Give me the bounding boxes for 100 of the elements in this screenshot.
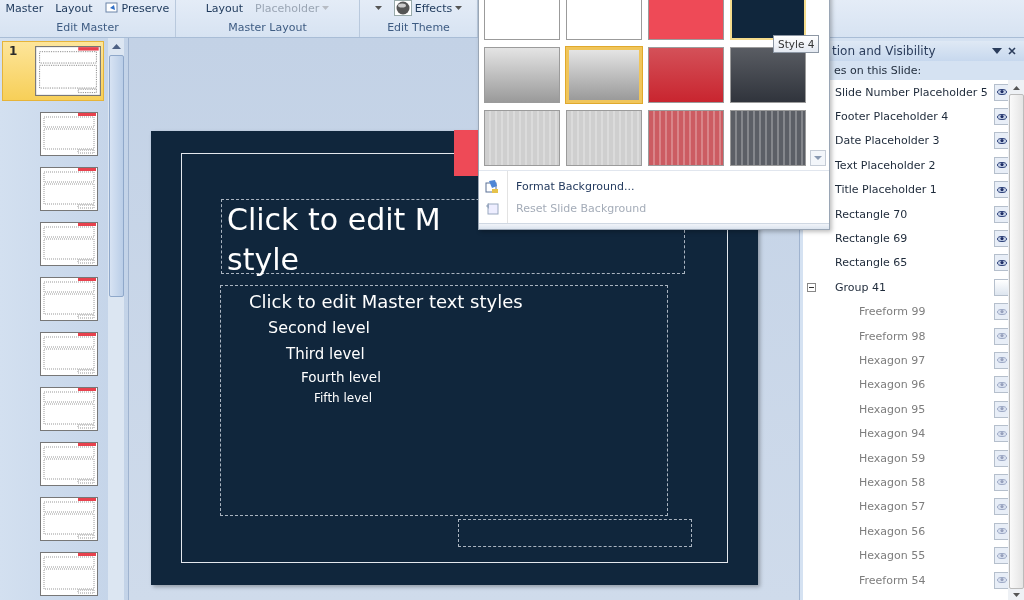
visibility-toggle[interactable] [994, 473, 1008, 491]
shape-item[interactable]: Hexagon 59 [803, 445, 1008, 471]
shape-item[interactable]: Hexagon 95 [803, 397, 1008, 422]
preserve-button[interactable]: Preserve [102, 1, 172, 15]
ribbon-button[interactable]: Layout [203, 1, 246, 15]
background-style-swatch[interactable] [648, 110, 724, 166]
shape-item[interactable]: Hexagon 56 [803, 519, 1008, 544]
ribbon-button[interactable]: Master [3, 1, 46, 15]
eye-icon [996, 136, 1007, 145]
pane-menu-icon[interactable] [992, 48, 1002, 54]
eye-icon [996, 429, 1007, 438]
visibility-toggle[interactable] [994, 376, 1008, 394]
shape-item[interactable]: Hexagon 94 [803, 421, 1008, 446]
eye-icon [996, 356, 1007, 365]
background-style-swatch[interactable] [484, 47, 560, 103]
slide-preview-drawing [40, 277, 98, 321]
close-icon[interactable] [1008, 47, 1016, 55]
visibility-toggle[interactable] [994, 547, 1008, 565]
shape-item[interactable]: Rectangle 69 [803, 226, 1008, 251]
background-style-swatch[interactable] [730, 110, 806, 166]
eye-icon [996, 405, 1007, 414]
scroll-down-icon[interactable] [1012, 593, 1020, 597]
resize-grip[interactable] [479, 223, 829, 229]
body-text[interactable]: Second level [268, 314, 370, 342]
shape-item[interactable]: Rectangle 65 [803, 250, 1008, 276]
slide-preview-drawing [35, 46, 101, 96]
background-style-swatch[interactable] [648, 47, 724, 103]
visibility-toggle[interactable] [994, 449, 1008, 467]
scroll-up-icon[interactable] [111, 44, 121, 49]
slide-preview-drawing [40, 442, 98, 486]
visibility-toggle[interactable] [994, 156, 1008, 174]
eye-icon [996, 88, 1007, 97]
caret-icon [455, 5, 463, 11]
background-style-swatch[interactable] [566, 110, 642, 166]
shape-item[interactable]: Footer Placeholder 4 [803, 104, 1008, 129]
eye-icon [996, 161, 1007, 170]
group-label: Master Layout [228, 21, 307, 34]
dropdown-button[interactable] [372, 5, 384, 11]
title-text[interactable]: style [227, 240, 299, 280]
eye-icon [996, 234, 1007, 243]
body-text[interactable]: Third level [286, 342, 365, 366]
collapse-icon[interactable] [807, 282, 816, 292]
scroll-up-icon[interactable] [1012, 86, 1020, 90]
visibility-toggle[interactable] [994, 327, 1008, 345]
shape-item[interactable]: Hexagon 55 [803, 543, 1008, 568]
visibility-toggle[interactable] [994, 205, 1008, 223]
visibility-toggle[interactable] [994, 254, 1008, 272]
shape-item[interactable]: Hexagon 58 [803, 470, 1008, 495]
eye-icon [996, 527, 1007, 536]
eye-icon [996, 576, 1007, 584]
shape-item[interactable]: Group 41 [803, 275, 1008, 300]
visibility-toggle[interactable] [994, 278, 1008, 296]
footer-placeholder[interactable] [458, 519, 692, 547]
body-text[interactable]: Fifth level [314, 388, 373, 408]
pane-subtitle: es on this Slide: [833, 63, 923, 79]
reset-icon [484, 200, 500, 216]
slide-preview-drawing [40, 112, 98, 156]
visibility-toggle[interactable] [994, 400, 1008, 418]
visibility-toggle[interactable] [994, 132, 1008, 150]
eye-icon [996, 112, 1007, 121]
shape-item[interactable]: Freeform 98 [803, 323, 1008, 349]
slide-preview-drawing [40, 222, 98, 266]
visibility-toggle[interactable] [994, 303, 1008, 321]
visibility-toggle[interactable] [994, 83, 1008, 101]
eye-icon [996, 380, 1007, 389]
ribbon-button[interactable]: Layout [53, 1, 95, 15]
visibility-toggle[interactable] [994, 425, 1008, 443]
visibility-toggle[interactable] [994, 108, 1008, 126]
eye-icon [996, 185, 1007, 194]
background-style-swatch[interactable] [566, 47, 642, 103]
background-style-swatch[interactable] [484, 110, 560, 166]
visibility-toggle[interactable] [994, 230, 1008, 248]
caret-icon [322, 5, 330, 11]
shape-item[interactable]: Freeform 99 [803, 299, 1008, 324]
visibility-toggle[interactable] [994, 181, 1008, 199]
eye-icon [996, 478, 1007, 487]
gallery-more-button[interactable] [809, 150, 826, 166]
body-text[interactable]: Fourth level [301, 366, 381, 388]
visibility-toggle[interactable] [994, 352, 1008, 369]
shape-item[interactable]: Hexagon 96 [803, 372, 1008, 398]
effects-dropdown[interactable]: Effects [391, 0, 465, 16]
eye-icon [996, 307, 1007, 316]
scrollbar[interactable] [108, 38, 124, 600]
visibility-toggle[interactable] [994, 571, 1008, 589]
eye-icon [996, 454, 1007, 463]
eye-icon [996, 258, 1007, 267]
title-text[interactable]: Click to edit M [227, 200, 441, 240]
visibility-toggle[interactable] [994, 498, 1008, 516]
shape-item[interactable]: Text Placeholder 2 [803, 153, 1008, 178]
shape-item[interactable]: Freeform 54 [803, 567, 1008, 593]
shape-item[interactable]: Hexagon 57 [803, 494, 1008, 520]
shape-item[interactable]: Date Placeholder 3 [803, 128, 1008, 154]
shape-item[interactable]: Slide Number Placeholder 5 [803, 80, 1008, 105]
eye-icon [996, 332, 1007, 341]
selected-slide-thumbnail[interactable]: 1 [2, 41, 104, 101]
slide-preview-drawing [40, 497, 98, 541]
scroll-thumb[interactable] [108, 55, 124, 297]
shape-item[interactable]: Hexagon 97 [803, 348, 1008, 373]
body-text[interactable]: Click to edit Master text styles [249, 290, 523, 314]
visibility-toggle[interactable] [994, 522, 1008, 540]
